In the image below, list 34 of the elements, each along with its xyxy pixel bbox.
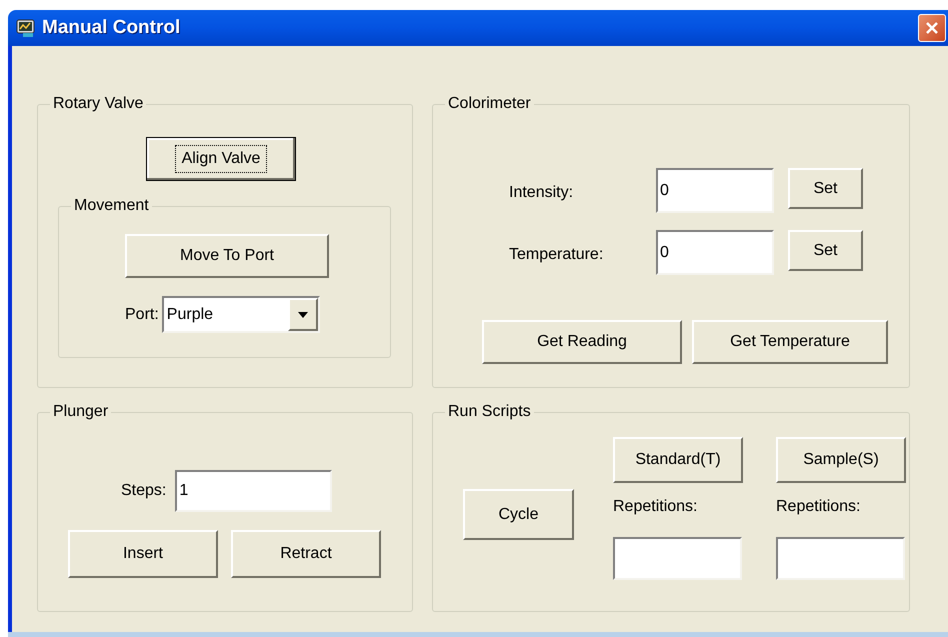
field-label: Temperature: [509, 244, 604, 264]
button[interactable]: Standard(T) [613, 437, 743, 483]
repetitions-field[interactable] [776, 537, 905, 580]
close-button[interactable] [918, 14, 946, 42]
group-label: Plunger [52, 403, 110, 421]
set-button[interactable]: Set [788, 230, 863, 271]
caret-icon [298, 312, 308, 318]
move-button[interactable]: Move To Port [125, 234, 329, 278]
input-field[interactable]: 0 [656, 230, 774, 275]
button[interactable]: Get Temperature [692, 320, 888, 364]
repetitions-field[interactable] [613, 537, 742, 580]
group-label: Rotary Valve [52, 95, 144, 113]
field-label: Repetitions: [776, 497, 862, 517]
cycle-button[interactable]: Cycle [463, 489, 574, 540]
app-icon [16, 18, 36, 38]
field-label: Steps: [121, 481, 166, 501]
window-title: Manual Control [42, 16, 180, 40]
dropdown-button[interactable] [288, 298, 318, 331]
button[interactable]: Sample(S) [776, 437, 906, 483]
button[interactable]: Get Reading [482, 320, 682, 364]
align-valve-button[interactable]: Align Valve [146, 137, 296, 181]
close-icon [924, 20, 940, 36]
steps-field[interactable]: 1 [175, 470, 332, 512]
field-label: Port: [125, 304, 159, 324]
button[interactable]: Insert [68, 530, 218, 578]
group-label: Run Scripts [447, 403, 532, 421]
input-field[interactable]: 0 [656, 168, 774, 213]
port-dropdown[interactable]: Purple [162, 296, 320, 333]
set-button[interactable]: Set [788, 168, 863, 209]
field-label: Repetitions: [613, 497, 698, 517]
group-label: Movement [73, 197, 150, 215]
button[interactable]: Retract [231, 530, 381, 578]
group-label: Colorimeter [447, 95, 532, 113]
field-label: Intensity: [509, 182, 574, 202]
